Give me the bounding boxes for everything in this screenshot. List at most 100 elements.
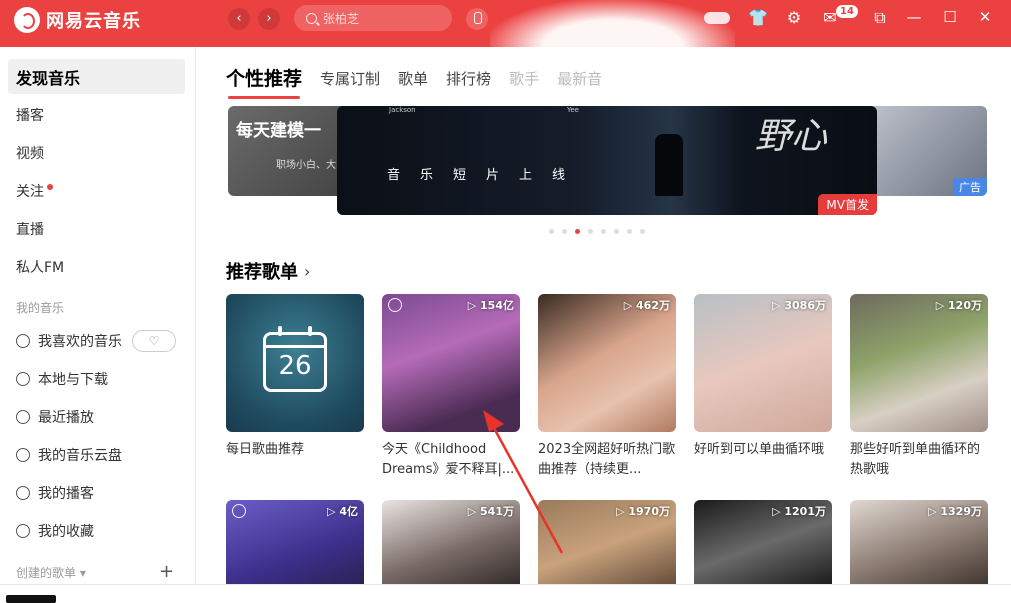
sidebar-item-label: 本地与下载 (38, 371, 108, 388)
play-count-value: 154亿 (480, 299, 514, 312)
carousel-dot[interactable] (627, 229, 632, 234)
sidebar-item-label: 我喜欢的音乐 (38, 333, 122, 350)
calendar-ring (278, 326, 282, 336)
back-button[interactable]: ‹ (228, 8, 250, 30)
playlist-cover[interactable]: ▷ 4亿 (226, 500, 364, 590)
banner-prev-subtitle: 职场小白、大 (276, 160, 336, 171)
app-logo[interactable]: 网易云音乐 (14, 7, 141, 33)
banner-main-text: 音乐短片上线 (387, 168, 586, 183)
playlist-card[interactable]: ▷ 3086万 好听到可以单曲循环哦 (694, 294, 832, 460)
playlist-cover[interactable]: ▷ 1329万 (850, 500, 988, 590)
carousel-dot[interactable] (640, 229, 645, 234)
netease-logo-icon (388, 298, 402, 312)
search-placeholder: 张柏芝 (323, 11, 360, 26)
carousel-dot[interactable] (575, 229, 580, 234)
sidebar-item-label: 我的播客 (38, 485, 94, 502)
sidebar-item-label: 发现音乐 (16, 68, 81, 88)
play-count-value: 120万 (948, 299, 982, 312)
sidebar-item-live[interactable]: 直播 (8, 211, 185, 246)
play-count: ▷ 120万 (935, 299, 982, 312)
sidebar-item-label: 我的音乐云盘 (38, 447, 122, 464)
voice-search-button[interactable] (466, 8, 488, 30)
banner-artist-first: Jackson (389, 106, 416, 114)
search-icon (306, 12, 317, 24)
sidebar-item-label: 我的收藏 (38, 523, 94, 540)
my-music-heading: 我的音乐 (16, 301, 65, 315)
play-count-value: 1329万 (940, 505, 982, 518)
play-count: ▷ 1970万 (616, 505, 670, 518)
skin-icon[interactable]: 👕 (748, 8, 768, 28)
create-playlist-button[interactable]: + (159, 561, 174, 582)
mv-premiere-badge: MV首发 (818, 194, 877, 215)
sidebar-item-my-podcast[interactable]: 我的播客 (8, 475, 185, 510)
playlist-card[interactable]: ▷ 120万 那些好听到单曲循环的热歌哦 (850, 294, 988, 480)
play-count: ▷ 462万 (623, 299, 670, 312)
maximize-icon[interactable]: ☐ (941, 8, 959, 26)
sidebar-item-label: 视频 (16, 145, 44, 162)
carousel-dot[interactable] (549, 229, 554, 234)
tab-playlists[interactable]: 歌单 (398, 66, 428, 92)
clock-icon (16, 409, 30, 424)
playlist-card[interactable]: ▷ 4亿 (226, 500, 364, 590)
mini-mode-icon[interactable]: ⧉ (870, 8, 890, 28)
calendar-day: 26 (278, 351, 312, 381)
sidebar-item-recent[interactable]: 最近播放 (8, 399, 185, 434)
play-count: ▷ 3086万 (772, 299, 826, 312)
arrow-shaft (492, 427, 564, 554)
download-icon (16, 371, 30, 386)
sidebar-item-follow[interactable]: 关注 (8, 173, 185, 208)
playlist-title[interactable]: 每日歌曲推荐 (226, 440, 364, 460)
playlist-cover[interactable]: ▷ 3086万 (694, 294, 832, 432)
tab-artists[interactable]: 歌手 (509, 66, 539, 92)
sidebar-item-podcast[interactable]: 播客 (8, 97, 185, 132)
playlist-cover[interactable]: ▷ 1201万 (694, 500, 832, 590)
carousel-dot[interactable] (614, 229, 619, 234)
tab-charts[interactable]: 排行榜 (446, 66, 491, 92)
netease-logo-icon (232, 504, 246, 518)
play-count: ▷ 4亿 (327, 505, 358, 518)
sidebar-item-fm[interactable]: 私人FM (8, 249, 185, 284)
vip-toggle[interactable] (704, 12, 730, 24)
playlist-cover[interactable]: 26 (226, 294, 364, 432)
playlist-card[interactable]: ▷ 1329万 (850, 500, 988, 590)
created-playlists-label: 创建的歌单 (16, 566, 77, 580)
sidebar-item-video[interactable]: 视频 (8, 135, 185, 170)
banner-calligraphy: 野心 (755, 116, 828, 157)
carousel-dot[interactable] (562, 229, 567, 234)
settings-icon[interactable]: ⚙ (784, 8, 804, 28)
tab-custom[interactable]: 专属订制 (320, 66, 380, 92)
playlist-title[interactable]: 好听到可以单曲循环哦 (694, 440, 832, 460)
playlist-cover[interactable]: ▷ 120万 (850, 294, 988, 432)
carousel-dot[interactable] (601, 229, 606, 234)
created-playlists-heading[interactable]: 创建的歌单 ▾ (16, 564, 86, 581)
sidebar-item-collection[interactable]: 我的收藏 (8, 513, 185, 548)
minimize-icon[interactable]: — (905, 8, 923, 26)
playlist-card-daily[interactable]: 26 每日歌曲推荐 (226, 294, 364, 460)
app-title: 网易云音乐 (46, 11, 141, 32)
sidebar-item-label: 播客 (16, 107, 44, 124)
playlist-title[interactable]: 那些好听到单曲循环的热歌哦 (850, 440, 988, 480)
sidebar-item-local-download[interactable]: 本地与下载 (8, 361, 185, 396)
play-count-value: 4亿 (339, 505, 358, 518)
banner-figure-image (655, 134, 683, 196)
recommended-playlists-title[interactable]: 推荐歌单 › (226, 258, 310, 284)
sidebar-item-discover[interactable]: 发现音乐 (8, 59, 185, 94)
ad-badge: 广告 (953, 178, 987, 196)
forward-button[interactable]: › (258, 8, 280, 30)
carousel-dot[interactable] (588, 229, 593, 234)
sidebar-item-cloud[interactable]: 我的音乐云盘 (8, 437, 185, 472)
playlist-card[interactable]: ▷ 1201万 (694, 500, 832, 590)
discover-tabs: 个性推荐 专属订制 歌单 排行榜 歌手 最新音 (226, 66, 620, 99)
sidebar-item-label: 私人FM (16, 259, 65, 276)
sidebar-item-label: 最近播放 (38, 409, 94, 426)
play-count: ▷ 1329万 (928, 505, 982, 518)
tab-new-music[interactable]: 最新音 (557, 66, 602, 92)
tab-personal-recommend[interactable]: 个性推荐 (226, 66, 302, 99)
banner-slide-current[interactable]: Jackson Yee 音乐短片上线 野心 MV首发 (337, 106, 877, 215)
heartbeat-mode-button[interactable]: ♡ (132, 330, 176, 352)
close-icon[interactable]: ✕ (976, 8, 994, 26)
search-input[interactable]: 张柏芝 (294, 5, 452, 31)
play-count: ▷ 154亿 (467, 299, 514, 312)
arrow-head (483, 410, 504, 432)
play-count-value: 1970万 (628, 505, 670, 518)
